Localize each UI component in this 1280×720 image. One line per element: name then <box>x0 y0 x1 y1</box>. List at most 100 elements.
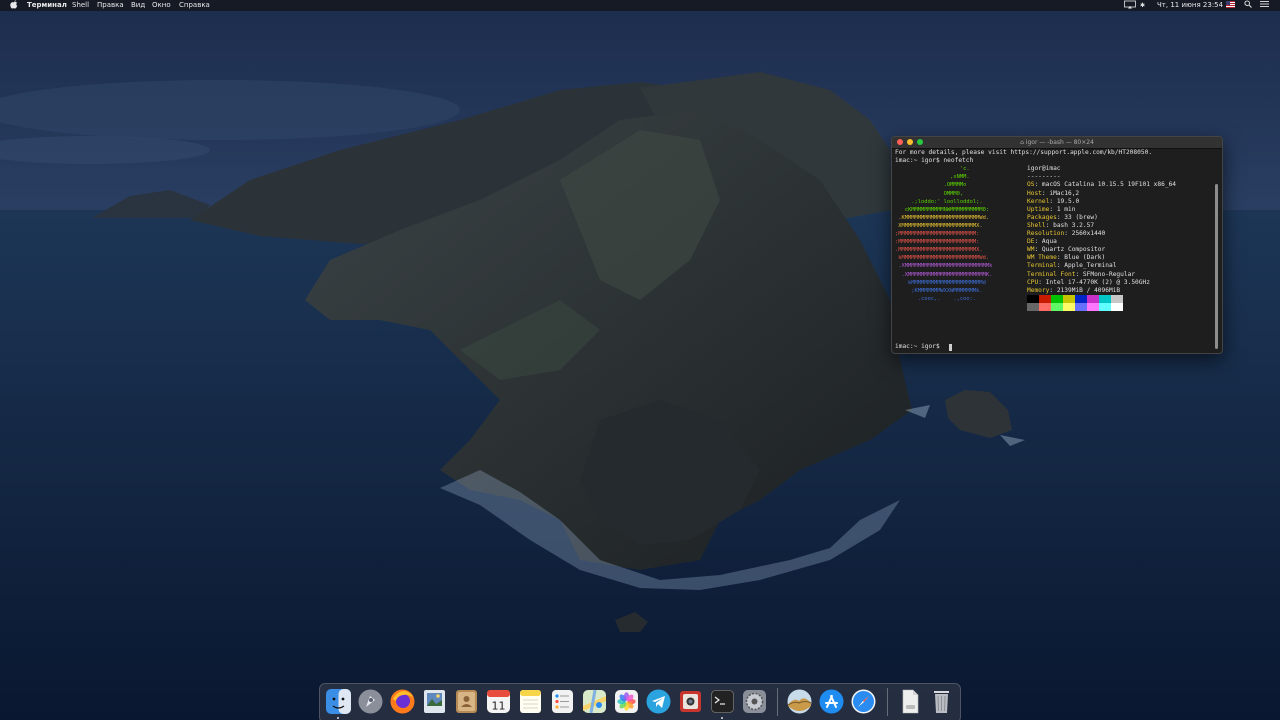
info-value: iMac16,2 <box>1049 189 1080 197</box>
flag-input-source-icon[interactable] <box>1226 0 1235 11</box>
ascii-logo-line: .KMMMMMMMMMMMMMMMMMMMMMMMWd. <box>895 214 990 221</box>
terminal-scrollbar[interactable] <box>1215 151 1218 351</box>
neofetch-separator: --------- <box>1027 173 1061 181</box>
palette-swatch <box>1099 303 1111 311</box>
neofetch-info-row: Terminal Font: SFMono-Regular <box>1027 271 1135 279</box>
info-colon: : <box>1038 278 1046 286</box>
info-key: Kernel <box>1027 197 1050 205</box>
terminal-icon[interactable] <box>709 688 736 715</box>
info-colon: : <box>1064 230 1072 237</box>
photos-icon[interactable] <box>613 688 640 715</box>
notes-icon[interactable] <box>517 688 544 715</box>
terminal-cursor <box>949 343 952 351</box>
telegram-icon[interactable] <box>645 688 672 715</box>
menu-shell[interactable]: Shell <box>72 0 89 11</box>
info-value: Apple_Terminal <box>1064 262 1117 270</box>
ascii-logo-line: .;loddo:' loolloddol;. <box>895 198 983 205</box>
ascii-logo-line: ;MMMMMMMMMMMMMMMMMMMMMMMM: <box>895 231 980 237</box>
info-key: Host <box>1027 189 1042 197</box>
info-value: 2139MiB / 4096MiB <box>1056 286 1121 294</box>
ascii-logo-line: cKMMMMMMMMMMNWMMMMMMMMMM0: <box>895 206 990 213</box>
info-value: 19.5.0 <box>1056 197 1080 205</box>
desktop: Терминал Shell Правка Вид Окно Справка ✱… <box>0 0 1280 720</box>
info-colon: : <box>1049 286 1057 294</box>
ascii-logo-line: OMMM0, <box>895 190 964 197</box>
ascii-logo-line: .XMMMMMMMMMMMMMMMMMMMMMMMMK. <box>895 271 993 278</box>
app-store-icon[interactable] <box>818 688 845 715</box>
palette-swatch <box>1075 303 1087 311</box>
palette-swatch <box>1027 295 1039 303</box>
maps-icon[interactable] <box>581 688 608 715</box>
terminal-window[interactable]: ⌂ igor — -bash — 80×24 For more details,… <box>891 136 1223 354</box>
system-preferences-icon[interactable] <box>741 688 768 715</box>
info-value: Quartz Compositor <box>1041 246 1106 254</box>
photo-booth-icon[interactable] <box>677 688 704 715</box>
palette-swatch <box>1099 295 1111 303</box>
info-colon: : <box>1034 246 1042 254</box>
documents-stack-icon[interactable] <box>896 688 923 715</box>
bluetooth-icon[interactable]: ✱ <box>1140 0 1145 11</box>
neofetch-user-host: igor@imac <box>1027 165 1061 173</box>
terminal-title-text: igor — -bash — 80×24 <box>1025 139 1094 146</box>
menu-edit[interactable]: Правка <box>97 0 124 11</box>
menu-window[interactable]: Окно <box>152 0 171 11</box>
control-center-icon[interactable] <box>1260 0 1269 11</box>
apple-menu-icon[interactable] <box>10 0 18 11</box>
info-key: Terminal Font <box>1027 270 1076 278</box>
macos-installer-icon[interactable] <box>786 688 813 715</box>
info-value: bash 3.2.57 <box>1053 221 1095 229</box>
ascii-logo-line: 'c. <box>895 166 970 173</box>
neofetch-info-row: Resolution: 2560x1440 <box>1027 230 1105 238</box>
neofetch-info-row: Memory: 2139MiB / 4096MiB <box>1027 287 1120 295</box>
palette-swatch <box>1039 303 1051 311</box>
palette-swatch <box>1027 303 1039 311</box>
info-value: 1 min <box>1056 205 1076 213</box>
calendar-day-label: 11 <box>492 700 506 713</box>
wallpaper <box>0 0 1280 720</box>
info-key: Packages <box>1027 213 1057 221</box>
palette-swatch <box>1051 295 1063 303</box>
palette-swatch <box>1063 295 1075 303</box>
neofetch-info-row: WM Theme: Blue (Dark) <box>1027 254 1105 262</box>
palette-swatch <box>1087 295 1099 303</box>
launchpad-icon[interactable] <box>357 688 384 715</box>
ascii-logo-line: .cooc,. .,coo:. <box>895 295 977 302</box>
preview-icon[interactable] <box>421 688 448 715</box>
terminal-intro-line: For more details, please visit https://s… <box>895 149 1153 156</box>
ascii-logo-line: :MMMMMMMMMMMMMMMMMMMMMMMM: <box>895 239 980 246</box>
scrollbar-thumb[interactable] <box>1215 184 1218 349</box>
info-value: 33 (brew) <box>1064 213 1098 221</box>
ascii-logo-line: ,xNMM. <box>895 174 970 181</box>
info-key: Uptime <box>1027 205 1050 213</box>
info-colon: : <box>1045 221 1054 229</box>
dock: 11 <box>319 683 961 720</box>
calendar-icon[interactable]: 11 <box>485 688 512 715</box>
dock-separator <box>887 688 888 716</box>
palette-swatch <box>1111 295 1123 303</box>
palette-swatch <box>1111 303 1123 311</box>
info-value: SFMono-Regular <box>1082 270 1136 278</box>
reminders-icon[interactable] <box>549 688 576 715</box>
airplay-display-icon[interactable] <box>1124 0 1136 13</box>
neofetch-info-row: WM: Quartz Compositor <box>1027 246 1105 254</box>
safari-icon[interactable] <box>850 688 877 715</box>
menu-help[interactable]: Справка <box>179 0 210 11</box>
neofetch-info-row: Shell: bash 3.2.57 <box>1027 222 1094 230</box>
info-key: Shell <box>1027 221 1046 229</box>
trash-icon[interactable] <box>928 688 955 715</box>
menu-clock[interactable]: Чт, 11 июня 23:54 <box>1157 0 1223 11</box>
menu-view[interactable]: Вид <box>131 0 145 11</box>
spotlight-search-icon[interactable] <box>1244 0 1252 11</box>
contacts-icon[interactable] <box>453 688 480 715</box>
terminal-titlebar[interactable]: ⌂ igor — -bash — 80×24 <box>892 137 1222 149</box>
neofetch-info-row: Uptime: 1 min <box>1027 206 1075 214</box>
info-value: 2560x1440 <box>1071 230 1106 237</box>
ascii-logo-line: .OMMMMo <box>895 182 967 189</box>
menu-app-name[interactable]: Терминал <box>27 0 67 11</box>
firefox-icon[interactable] <box>389 688 416 715</box>
finder-icon[interactable] <box>325 688 352 715</box>
neofetch-info-row: Kernel: 19.5.0 <box>1027 198 1079 206</box>
info-value: Intel i7-4770K (2) @ 3.50GHz <box>1045 278 1150 286</box>
terminal-content[interactable]: For more details, please visit https://s… <box>895 149 1213 353</box>
running-indicator <box>337 717 339 719</box>
